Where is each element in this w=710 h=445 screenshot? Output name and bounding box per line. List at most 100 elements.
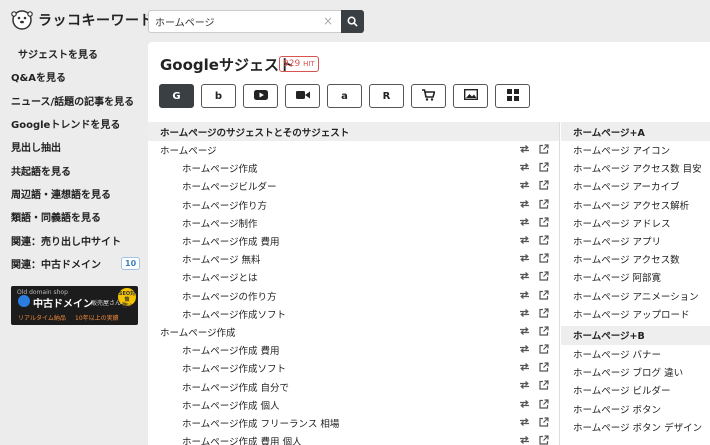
suggest-keyword[interactable]: ホームページ作成 費用 <box>182 234 280 248</box>
suggest-keyword[interactable]: ホームページ アクセス解析 <box>573 198 689 212</box>
suggest-keyword[interactable]: ホームページ アイコン <box>573 143 670 157</box>
suggest-row[interactable]: ホームページ作成 <box>148 159 559 177</box>
refresh-icon[interactable] <box>519 417 530 430</box>
external-link-icon[interactable] <box>539 198 549 212</box>
refresh-icon[interactable] <box>519 162 530 175</box>
refresh-icon[interactable] <box>519 271 530 284</box>
suggest-keyword[interactable]: ホームページ ブログ 違い <box>573 365 683 379</box>
alpha-suggest-row[interactable]: ホームページ アップロード <box>561 305 710 323</box>
refresh-icon[interactable] <box>519 362 530 375</box>
suggest-keyword[interactable]: ホームページとは <box>182 270 258 284</box>
external-link-icon[interactable] <box>539 326 549 339</box>
alpha-suggest-row[interactable]: ホームページ アクセス数 目安 <box>561 159 710 177</box>
suggest-keyword[interactable]: ホームページ アーカイブ <box>573 179 679 193</box>
suggest-keyword[interactable]: ホームページ作成 個人 <box>182 398 280 412</box>
sidebar-item-headings[interactable]: 見出し抽出 <box>0 135 148 158</box>
suggest-keyword[interactable]: ホームページ作成 費用 <box>182 343 280 357</box>
sidebar-item-qa[interactable]: Q&Aを見る <box>0 65 148 88</box>
refresh-icon[interactable] <box>519 344 530 357</box>
external-link-icon[interactable] <box>539 380 549 393</box>
alpha-suggest-row[interactable]: ホームページ バナー <box>561 345 710 363</box>
tab-bing[interactable]: b <box>201 84 236 108</box>
suggest-keyword[interactable]: ホームページ アプリ <box>573 234 661 248</box>
suggest-row[interactable]: ホームページ作成 費用 <box>148 341 559 359</box>
sidebar-item-synonyms[interactable]: 類語・同義語を見る <box>0 205 148 228</box>
suggest-row[interactable]: ホームページ作成 フリーランス 相場 <box>148 414 559 432</box>
suggest-row[interactable]: ホームページ作成ソフト <box>148 305 559 323</box>
suggest-row[interactable]: ホームページ作り方 <box>148 196 559 214</box>
alpha-suggest-row[interactable]: ホームページ ボタン <box>561 399 710 417</box>
suggest-row[interactable]: ホームページの作り方 <box>148 287 559 305</box>
refresh-icon[interactable] <box>519 217 530 230</box>
external-link-icon[interactable] <box>539 253 549 266</box>
suggest-keyword[interactable]: ホームページの作り方 <box>182 289 277 303</box>
suggest-keyword[interactable]: ホームページ制作 <box>182 216 258 230</box>
tab-image[interactable] <box>453 84 488 108</box>
external-link-icon[interactable] <box>539 289 549 303</box>
suggest-row[interactable]: ホームページ作成 <box>148 323 559 341</box>
refresh-icon[interactable] <box>519 326 530 339</box>
refresh-icon[interactable] <box>519 199 530 212</box>
alpha-suggest-row[interactable]: ホームページ アクセス数 <box>561 250 710 268</box>
tab-google[interactable]: G <box>159 84 194 108</box>
refresh-icon[interactable] <box>519 235 530 248</box>
suggest-keyword[interactable]: ホームページビルダー <box>182 179 277 193</box>
site-logo[interactable]: ラッコキーワード <box>10 8 154 32</box>
sidebar-item-suggest[interactable]: サジェストを見る <box>0 42 148 65</box>
suggest-keyword[interactable]: ホームページ作成 自分で <box>182 380 289 394</box>
alpha-suggest-row[interactable]: ホームページ ビルダー <box>561 381 710 399</box>
suggest-row[interactable]: ホームページ <box>148 141 559 159</box>
suggest-keyword[interactable]: ホームページ作成ソフト <box>182 307 286 321</box>
tab-apps[interactable] <box>495 84 530 108</box>
suggest-keyword[interactable]: ホームページ作成 フリーランス 相場 <box>182 416 339 430</box>
suggest-keyword[interactable]: ホームページ アップロード <box>573 307 690 321</box>
suggest-row[interactable]: ホームページ作成 自分で <box>148 377 559 395</box>
suggest-keyword[interactable]: ホームページ <box>160 143 217 157</box>
sidebar-item-sites-for-sale[interactable]: 関連：売り出し中サイト <box>0 228 148 251</box>
suggest-keyword[interactable]: ホームページ バナー <box>573 347 661 361</box>
refresh-icon[interactable] <box>519 180 530 193</box>
suggest-keyword[interactable]: ホームページ作成 費用 個人 <box>182 434 302 445</box>
external-link-icon[interactable] <box>539 180 549 193</box>
tab-rakuten[interactable]: R <box>369 84 404 108</box>
external-link-icon[interactable] <box>539 308 549 321</box>
used-domain-banner[interactable]: Old domain shop 中古ドメイン 販売屋さん リアルタイム納品 10… <box>11 286 138 325</box>
refresh-icon[interactable] <box>519 308 530 321</box>
external-link-icon[interactable] <box>539 399 549 412</box>
alpha-suggest-row[interactable]: ホームページ ブログ 違い <box>561 363 710 381</box>
suggest-row[interactable]: ホームページ作成ソフト <box>148 359 559 377</box>
suggest-keyword[interactable]: ホームページ ボタン <box>573 402 661 416</box>
external-link-icon[interactable] <box>539 144 549 157</box>
sidebar-item-google-trends[interactable]: Googleトレンドを見る <box>0 112 148 135</box>
suggest-row[interactable]: ホームページ 無料 <box>148 250 559 268</box>
suggest-row[interactable]: ホームページビルダー <box>148 177 559 195</box>
suggest-keyword[interactable]: ホームページ 阿部寛 <box>573 270 661 284</box>
alpha-suggest-row[interactable]: ホームページ アイコン <box>561 141 710 159</box>
external-link-icon[interactable] <box>539 362 549 375</box>
suggest-keyword[interactable]: ホームページ作成 <box>182 161 258 175</box>
alpha-suggest-row[interactable]: ホームページ ボタン デザイン <box>561 418 710 436</box>
suggest-keyword[interactable]: ホームページ作り方 <box>182 198 267 212</box>
suggest-row[interactable]: ホームページ作成 費用 <box>148 232 559 250</box>
search-input[interactable] <box>148 10 341 33</box>
external-link-icon[interactable] <box>539 162 549 175</box>
suggest-row[interactable]: ホームページ作成 個人 <box>148 396 559 414</box>
search-button[interactable] <box>341 10 364 33</box>
suggest-keyword[interactable]: ホームページ 無料 <box>182 252 261 266</box>
sidebar-item-news[interactable]: ニュース/話題の記事を見る <box>0 89 148 112</box>
external-link-icon[interactable] <box>539 217 549 230</box>
refresh-icon[interactable] <box>519 144 530 157</box>
suggest-keyword[interactable]: ホームページ アクセス数 <box>573 252 680 266</box>
sidebar-item-used-domains[interactable]: 関連：中古ドメイン 10 <box>0 252 148 275</box>
suggest-row[interactable]: ホームページ作成 費用 個人 <box>148 432 559 445</box>
alpha-suggest-row[interactable]: ホームページ アクセス解析 <box>561 196 710 214</box>
external-link-icon[interactable] <box>539 235 549 248</box>
refresh-icon[interactable] <box>519 253 530 266</box>
alpha-suggest-row[interactable]: ホームページ アーカイブ <box>561 177 710 195</box>
external-link-icon[interactable] <box>539 417 549 430</box>
refresh-icon[interactable] <box>519 435 530 445</box>
refresh-icon[interactable] <box>519 380 530 393</box>
alpha-suggest-row[interactable]: ホームページ アプリ <box>561 232 710 250</box>
suggest-keyword[interactable]: ホームページ ビルダー <box>573 383 671 397</box>
refresh-icon[interactable] <box>519 290 530 303</box>
